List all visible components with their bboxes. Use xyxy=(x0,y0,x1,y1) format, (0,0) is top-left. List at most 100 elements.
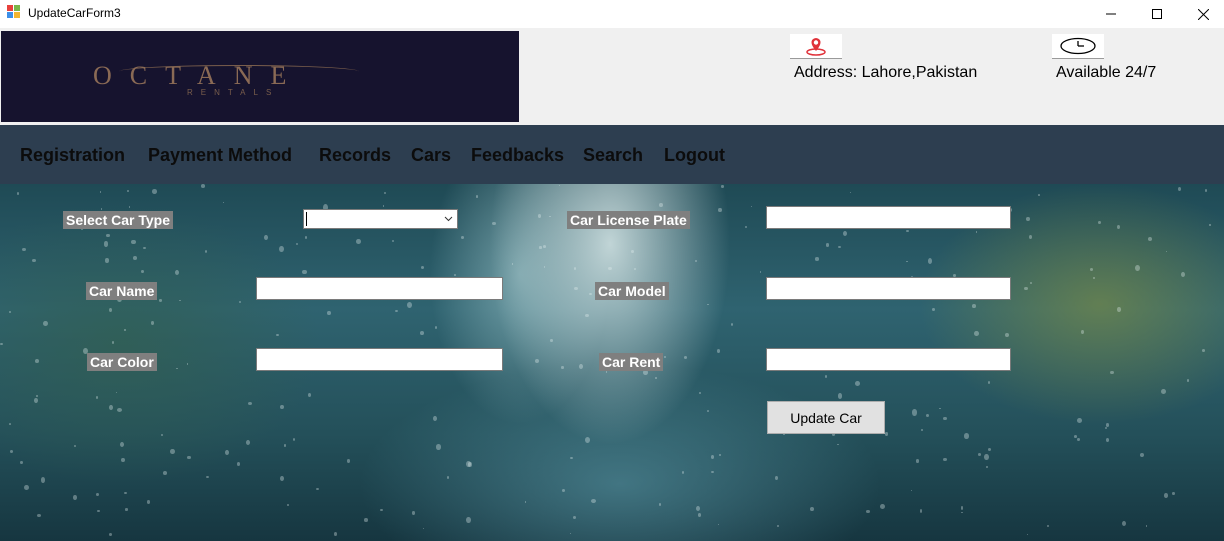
rain-drop xyxy=(745,225,748,229)
availability-text: Available 24/7 xyxy=(1056,64,1157,81)
rain-drop xyxy=(356,238,361,244)
rain-drop xyxy=(42,320,48,327)
menu-search[interactable]: Search xyxy=(583,145,643,166)
rain-drop xyxy=(461,236,465,240)
menu-registration[interactable]: Registration xyxy=(20,145,125,166)
rain-drop xyxy=(721,185,724,188)
rain-drop xyxy=(1004,332,1010,338)
rain-drop xyxy=(304,236,308,240)
car-name-label: Car Name xyxy=(86,282,158,300)
rain-drop xyxy=(939,407,941,409)
rain-drop xyxy=(559,185,561,187)
minimize-icon[interactable] xyxy=(1088,0,1134,28)
rain-drop xyxy=(961,512,963,514)
rain-drop xyxy=(1186,379,1190,382)
rain-drop xyxy=(986,466,988,469)
rain-drop xyxy=(964,433,969,439)
menu-logout[interactable]: Logout xyxy=(664,145,725,166)
rain-drop xyxy=(927,257,932,264)
rain-drop xyxy=(97,510,100,513)
rain-drop xyxy=(1073,435,1077,438)
rain-drop xyxy=(561,488,566,493)
rain-drop xyxy=(960,506,964,510)
rain-drop xyxy=(435,444,441,450)
rain-drop xyxy=(974,331,979,337)
rain-drop xyxy=(633,268,637,271)
rain-drop xyxy=(655,377,657,379)
rain-drop xyxy=(631,249,635,254)
rain-drop xyxy=(849,191,851,193)
rain-drop xyxy=(10,450,14,454)
rain-drop xyxy=(286,503,289,506)
rain-drop xyxy=(128,206,131,209)
rain-drop xyxy=(589,292,592,296)
rain-drop xyxy=(105,258,110,263)
text-caret xyxy=(306,212,307,226)
rain-drop xyxy=(115,391,117,393)
logo-text: OCTANE xyxy=(93,61,305,90)
rain-drop xyxy=(975,231,978,233)
close-icon[interactable] xyxy=(1180,0,1224,28)
rain-drop xyxy=(146,500,150,504)
update-car-button[interactable]: Update Car xyxy=(767,401,885,434)
rain-drop xyxy=(1026,534,1029,536)
rain-drop xyxy=(718,207,722,213)
rain-drop xyxy=(910,489,913,492)
rain-drop xyxy=(32,258,36,262)
rain-drop xyxy=(1201,348,1206,353)
rain-drop xyxy=(1105,427,1108,430)
rain-drop xyxy=(573,515,577,519)
car-type-dropdown[interactable] xyxy=(303,209,458,229)
rain-drop xyxy=(109,405,113,411)
rain-drop xyxy=(573,286,578,291)
rain-drop xyxy=(1110,370,1114,375)
rain-drop xyxy=(561,365,564,369)
rain-drop xyxy=(524,501,527,503)
rain-drop xyxy=(1209,224,1211,226)
menu-payment-method[interactable]: Payment Method xyxy=(148,145,292,166)
maximize-icon[interactable] xyxy=(1134,0,1180,28)
rain-drop xyxy=(579,364,584,369)
rain-drop xyxy=(1145,525,1148,527)
rain-drop xyxy=(774,475,779,481)
rain-drop xyxy=(710,470,714,473)
rain-drop xyxy=(711,455,715,460)
menu-cars[interactable]: Cars xyxy=(411,145,451,166)
rain-drop xyxy=(179,299,181,301)
menu-feedbacks[interactable]: Feedbacks xyxy=(471,145,564,166)
rain-drop xyxy=(453,274,456,277)
rain-drop xyxy=(284,444,286,447)
rain-drop xyxy=(20,460,24,464)
rain-drop xyxy=(423,528,425,530)
rain-drop xyxy=(1148,237,1153,242)
rain-drop xyxy=(659,202,664,208)
rain-drop xyxy=(245,440,250,446)
menu-records[interactable]: Records xyxy=(319,145,391,166)
rain-drop xyxy=(119,441,124,447)
rain-drop xyxy=(206,475,210,478)
rain-drop xyxy=(542,244,547,248)
car-model-field[interactable] xyxy=(766,277,1011,300)
rain-drop xyxy=(466,516,471,524)
rain-drop xyxy=(174,269,180,276)
car-rent-field[interactable] xyxy=(766,348,1011,371)
car-color-field[interactable] xyxy=(256,348,503,371)
header: OCTANE RENTALS Address: Lahore,Pakistan … xyxy=(0,28,1224,125)
rain-drop xyxy=(151,321,155,326)
title-bar: UpdateCarForm3 xyxy=(0,0,1224,28)
rain-drop xyxy=(347,459,351,463)
rain-drop xyxy=(719,453,722,457)
rain-drop xyxy=(658,502,662,506)
clock-icon xyxy=(1052,34,1104,59)
rain-drop xyxy=(777,524,780,528)
rain-drop xyxy=(364,518,368,522)
rain-drop xyxy=(1098,220,1102,225)
rain-drop xyxy=(124,329,126,331)
license-plate-field[interactable] xyxy=(766,206,1011,229)
car-name-field[interactable] xyxy=(256,277,503,300)
rain-drop xyxy=(295,242,299,245)
rain-drop xyxy=(109,308,113,313)
rain-drop xyxy=(717,523,720,526)
rain-drop xyxy=(906,230,909,233)
rain-drop xyxy=(972,304,977,308)
